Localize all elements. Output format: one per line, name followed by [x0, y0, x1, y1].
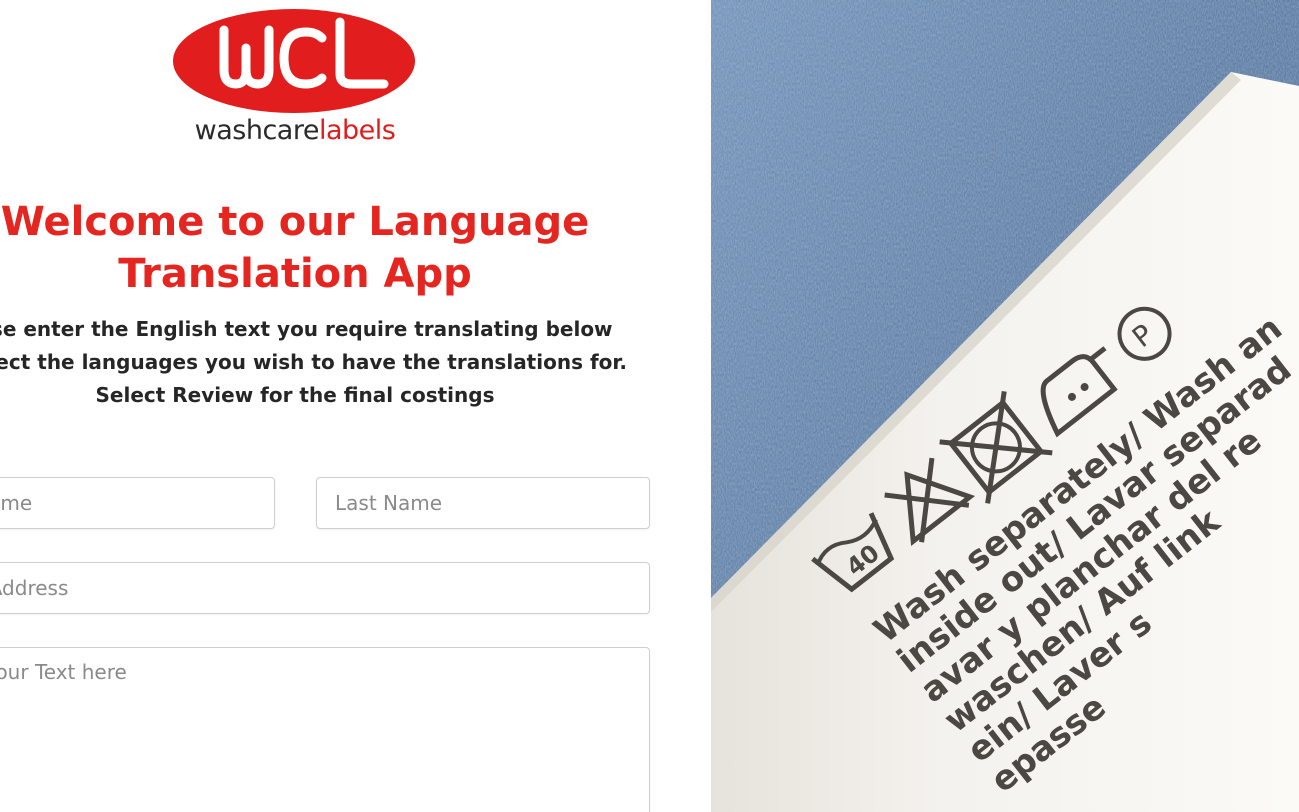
- last-name-input[interactable]: [316, 477, 650, 529]
- email-input[interactable]: [0, 562, 650, 614]
- first-name-input[interactable]: [0, 477, 275, 529]
- page-title-line-1: Welcome to our Language: [0, 199, 590, 245]
- translation-app-page: washcarelabels Welcome to our Language T…: [0, 0, 1299, 812]
- form-panel: washcarelabels Welcome to our Language T…: [0, 0, 711, 812]
- intro-line-1: ase enter the English text you require t…: [0, 317, 613, 341]
- hero-photo: 40 P Wash separately/ Wash an inside out…: [711, 0, 1299, 812]
- logo-wordmark: washcarelabels: [172, 115, 418, 147]
- logo-wordmark-red: labels: [318, 115, 396, 146]
- care-label-photo: 40 P Wash separately/ Wash an inside out…: [711, 0, 1299, 812]
- page-title-line-2: Translation App: [118, 251, 472, 297]
- intro-line-2: select the languages you wish to have th…: [0, 350, 627, 374]
- logo-wordmark-dark: washcare: [194, 115, 320, 146]
- translation-text-input[interactable]: [0, 647, 650, 812]
- intro-line-3: Select Review for the final costings: [95, 383, 495, 407]
- washcarelabels-logo: washcarelabels: [172, 8, 418, 150]
- intro-text: ase enter the English text you require t…: [0, 313, 660, 412]
- page-title: Welcome to our Language Translation App: [0, 196, 600, 300]
- wcl-logo-mark: [173, 9, 415, 113]
